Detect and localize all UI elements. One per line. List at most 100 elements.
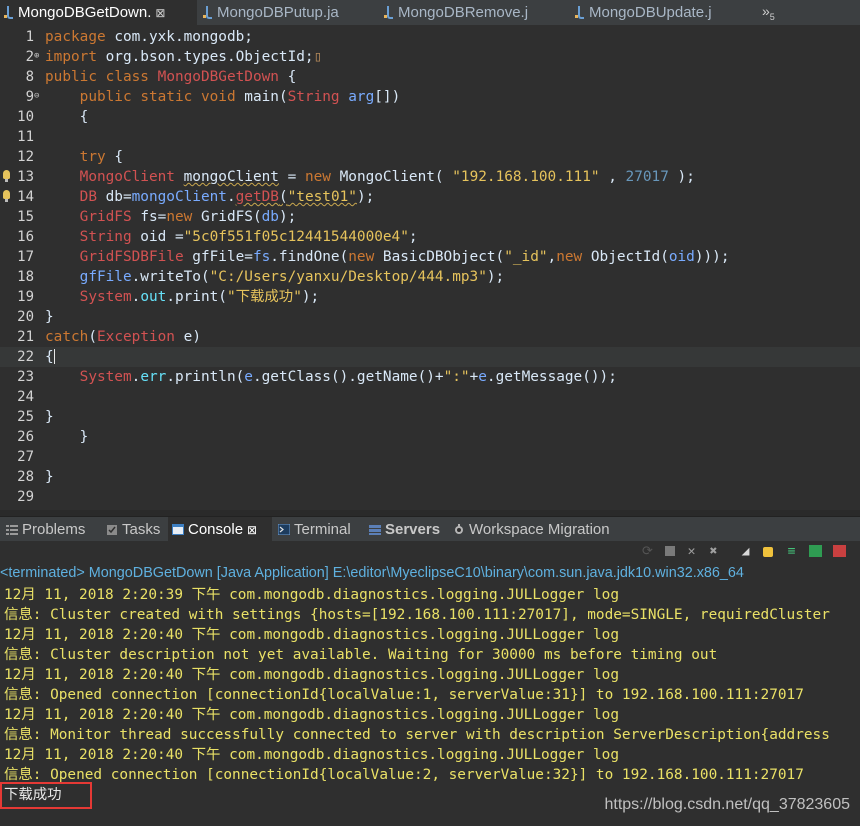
tab-problems[interactable]: Problems <box>6 517 85 542</box>
tab-tasks[interactable]: Tasks <box>106 517 160 542</box>
quick-fix-lightbulb-icon[interactable] <box>3 170 10 182</box>
tab-overflow-button[interactable]: »5 <box>762 0 775 25</box>
servers-icon <box>369 525 381 535</box>
line-number: 9 <box>25 89 34 105</box>
tab-workspace-migration[interactable]: Workspace Migration <box>453 517 610 542</box>
tab-servers[interactable]: Servers <box>369 517 440 542</box>
code-line[interactable]: System.out.print("下载成功"); <box>45 287 860 307</box>
code-line[interactable]: } <box>45 427 860 447</box>
code-line[interactable]: } <box>45 307 860 327</box>
remove-all-terminated-icon[interactable]: ✖ <box>706 544 721 559</box>
result-highlight-box <box>0 782 92 809</box>
tasks-icon <box>107 525 117 535</box>
line-number: 20 <box>17 309 34 325</box>
code-line[interactable]: public class MongoDBGetDown { <box>45 67 860 87</box>
console-icon <box>172 524 184 535</box>
tab-console[interactable]: Console ⊠ <box>168 517 272 542</box>
code-line[interactable]: GridFSDBFile gfFile=fs.findOne(new Basic… <box>45 247 860 267</box>
line-number: 24 <box>17 389 34 405</box>
line-number: 19 <box>17 289 34 305</box>
line-number-gutter: 17 <box>0 247 44 267</box>
tab-label: MongoDBRemove.j <box>398 4 529 21</box>
code-line[interactable]: gfFile.writeTo("C:/Users/yanxu/Desktop/4… <box>45 267 860 287</box>
console-toolbar: ⟳ ✕ ✖ ◢ ≡ <box>0 541 860 563</box>
line-number: 27 <box>17 449 34 465</box>
remove-launch-icon[interactable]: ✕ <box>684 544 699 559</box>
tab-label: Servers <box>385 521 441 538</box>
tab-mongodbremove[interactable]: MongoDBRemove.j <box>380 0 568 25</box>
code-line[interactable]: } <box>45 467 860 487</box>
tab-label: MongoDBUpdate.j <box>589 4 712 21</box>
code-line[interactable]: String oid ="5c0f551f05c12441544000e4"; <box>45 227 860 247</box>
code-line[interactable]: { <box>0 347 860 367</box>
java-file-icon <box>384 5 394 19</box>
java-file-icon <box>203 5 213 19</box>
quick-fix-lightbulb-icon[interactable] <box>3 190 10 202</box>
line-number: 14 <box>17 189 34 205</box>
tab-label: MongoDBGetDown. <box>18 4 152 21</box>
collapse-fold-icon[interactable]: ⊖ <box>34 92 42 101</box>
console-log-line: 信息: Cluster description not yet availabl… <box>4 647 718 663</box>
java-file-icon <box>4 5 14 19</box>
console-log-line: 信息: Opened connection [connectionId{loca… <box>4 767 804 783</box>
code-line[interactable] <box>45 487 860 507</box>
line-number: 13 <box>17 169 34 185</box>
terminal-icon <box>278 524 290 535</box>
line-number: 16 <box>17 229 34 245</box>
text-caret <box>53 349 55 364</box>
views-tab-bar: Problems Tasks Console ⊠ Terminal Servers… <box>0 516 860 542</box>
line-number-gutter: 11 <box>0 127 44 147</box>
console-header: <terminated> MongoDBGetDown [Java Applic… <box>0 565 744 581</box>
line-number: 23 <box>17 369 34 385</box>
console-log-line: 信息: Cluster created with settings {hosts… <box>4 607 830 623</box>
line-number-gutter: 19 <box>0 287 44 307</box>
close-icon[interactable]: ⊠ <box>247 523 257 537</box>
line-number: 29 <box>17 489 34 505</box>
restart-icon[interactable]: ⟳ <box>640 544 655 559</box>
terminate-icon[interactable] <box>662 544 677 559</box>
line-number-gutter: 9 ⊖ <box>0 87 44 107</box>
expand-fold-icon[interactable]: ⊕ <box>34 52 42 61</box>
code-line[interactable]: MongoClient mongoClient = new MongoClien… <box>45 167 860 187</box>
console-output[interactable]: 12月 11, 2018 2:20:39 下午 com.mongodb.diag… <box>0 583 860 826</box>
code-line[interactable]: GridFS fs=new GridFS(db); <box>45 207 860 227</box>
line-number: 21 <box>17 329 34 345</box>
tab-mongodbputup[interactable]: MongoDBPutup.ja <box>199 0 377 25</box>
code-line[interactable] <box>45 127 860 147</box>
code-line[interactable]: DB db=mongoClient.getDB("test01"); <box>45 187 860 207</box>
line-number-gutter: 12 <box>0 147 44 167</box>
tab-terminal[interactable]: Terminal <box>278 517 351 542</box>
show-stdout-icon[interactable] <box>808 544 823 559</box>
code-line[interactable]: package com.yxk.mongodb; <box>45 27 860 47</box>
console-log-line: 12月 11, 2018 2:20:40 下午 com.mongodb.diag… <box>4 627 619 643</box>
code-line[interactable]: try { <box>45 147 860 167</box>
line-number-gutter: 10 <box>0 107 44 127</box>
line-number-gutter: 27 <box>0 447 44 467</box>
line-number-gutter: 26 <box>0 427 44 447</box>
tab-mongodbupdate[interactable]: MongoDBUpdate.j <box>571 0 759 25</box>
line-number: 11 <box>17 129 34 145</box>
code-line[interactable] <box>45 387 860 407</box>
line-number-gutter: 1 <box>0 27 44 47</box>
line-number: 2 <box>25 49 34 65</box>
scroll-lock-icon[interactable] <box>760 544 775 559</box>
line-number: 25 <box>17 409 34 425</box>
code-line[interactable]: } <box>45 407 860 427</box>
close-icon[interactable]: ⊠ <box>155 6 165 20</box>
code-line[interactable]: import org.bson.types.ObjectId;▯ <box>45 47 860 67</box>
show-stderr-icon[interactable] <box>832 544 847 559</box>
code-line[interactable] <box>45 447 860 467</box>
tab-label: Problems <box>22 521 86 538</box>
watermark: https://blog.csdn.net/qq_37823605 <box>604 796 850 813</box>
code-line[interactable]: public static void main(String arg[]) <box>45 87 860 107</box>
code-line[interactable]: System.err.println(e.getClass().getName(… <box>45 367 860 387</box>
tab-label: Workspace Migration <box>469 521 610 538</box>
code-line[interactable]: catch(Exception e) <box>45 327 860 347</box>
line-number: 15 <box>17 209 34 225</box>
tab-mongodbgetdown[interactable]: MongoDBGetDown. ⊠ <box>0 0 197 25</box>
code-line[interactable]: { <box>45 107 860 127</box>
clear-console-icon[interactable]: ◢ <box>738 544 753 559</box>
word-wrap-icon[interactable]: ≡ <box>784 544 799 559</box>
console-log-line: 12月 11, 2018 2:20:40 下午 com.mongodb.diag… <box>4 747 619 763</box>
code-editor[interactable]: package com.yxk.mongodb; 1 import org.bson… <box>0 25 860 510</box>
